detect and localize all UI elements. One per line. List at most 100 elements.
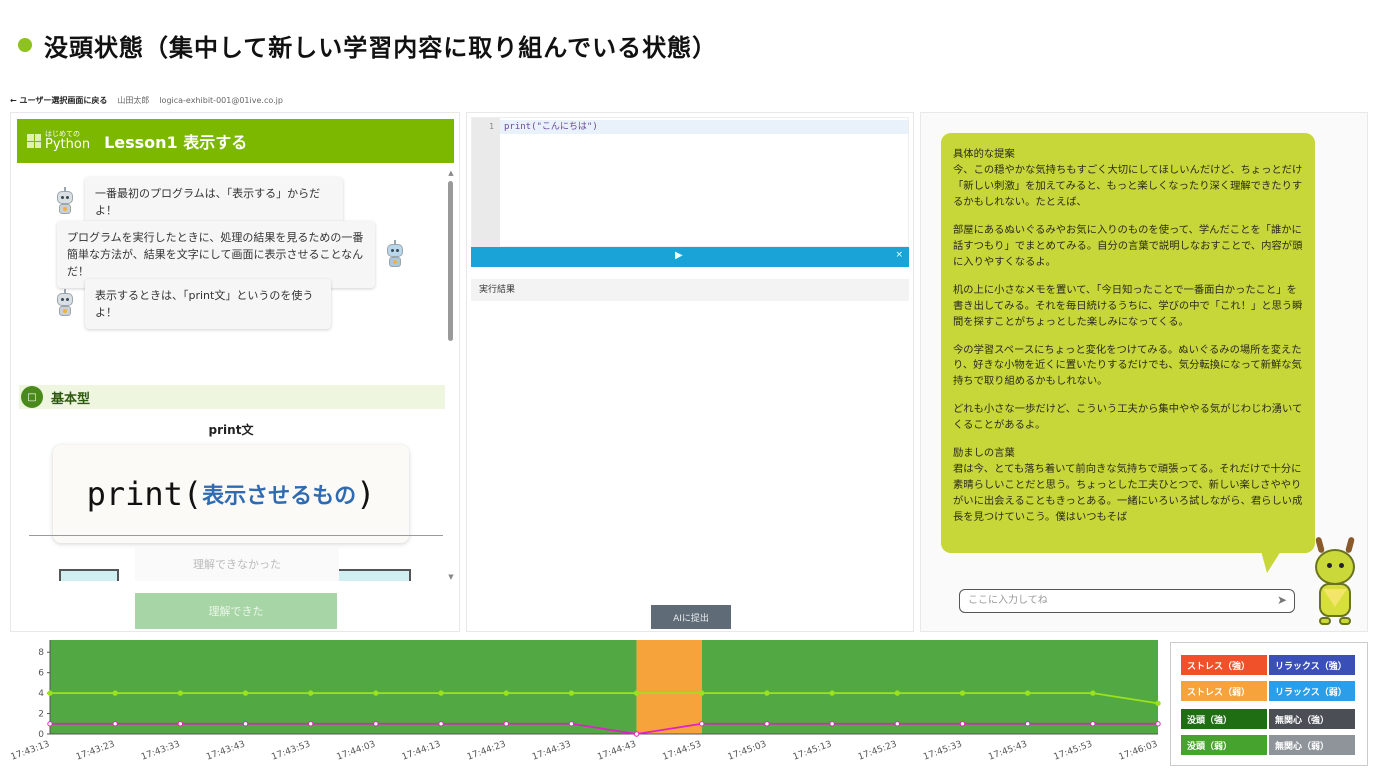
x-tick-label: 17:44:53 [661, 739, 702, 762]
lesson-content[interactable]: 一番最初のプログラムは、「表示する」からだよ！ プログラムを実行したときに、処理… [17, 169, 445, 581]
back-to-user-select-link[interactable]: ← ユーザー選択画面に戻る [10, 95, 107, 106]
y-tick-label: 2 [38, 710, 44, 720]
chat-message: 一番最初のプログラムは、「表示する」からだよ！ [55, 177, 343, 228]
series-point [1090, 721, 1096, 727]
lesson-panel: はじめての Python Lesson1 表示する 一番最初のプログラムは、「表… [10, 112, 460, 632]
x-tick-label: 17:46:03 [1118, 739, 1159, 762]
print-close: ) [356, 475, 376, 513]
run-bar: ▶ × [471, 247, 909, 267]
robot-avatar-icon [55, 187, 75, 215]
series-point [959, 690, 966, 696]
ai-paragraph: 部屋にあるぬいぐるみやお気に入りのものを使って、学んだことを「誰かに話すつもり」… [953, 223, 1303, 268]
series-point [242, 690, 249, 696]
x-tick-label: 17:43:13 [10, 739, 51, 762]
series-point [699, 721, 705, 727]
ai-paragraph: 今の学習スペースにちょっと変化をつけてみる。ぬいぐるみの場所を変えたり、好きな小… [953, 343, 1302, 388]
lesson-header: はじめての Python Lesson1 表示する [17, 119, 454, 163]
illustration-stub [331, 569, 411, 581]
python-logo: はじめての Python [27, 131, 90, 151]
ai-paragraph: どれも小さな一歩だけど、こういう工夫から集中ややる気がじわじわ湧いてくることがあ… [953, 403, 1303, 432]
chat-bubble: 一番最初のプログラムは、「表示する」からだよ！ [85, 177, 343, 228]
chat-input[interactable]: ここに入力してね [959, 589, 1295, 613]
play-icon[interactable]: ▶ [675, 250, 683, 261]
robot-avatar-icon [385, 239, 405, 268]
lesson-scrollbar[interactable]: ▲ ▼ [447, 169, 455, 581]
not-understood-button[interactable]: 理解できなかった [135, 547, 339, 581]
series-point [503, 721, 509, 727]
series-point [1024, 721, 1031, 727]
y-tick-label: 0 [38, 730, 44, 740]
chat-bubble: 表示するときは、「print文」というのを使うよ！ [85, 279, 331, 330]
title-bullet-icon [18, 38, 32, 52]
series-point [764, 721, 770, 727]
series-point [242, 721, 249, 727]
deer-mascot-icon [1305, 536, 1365, 629]
series-point [764, 690, 770, 696]
scroll-up-icon[interactable]: ▲ [447, 169, 455, 177]
series-point [1155, 721, 1161, 727]
series-point [894, 690, 900, 696]
slide-title-text: 没頭状態（集中して新しい学習内容に取り組んでいる状態） [44, 33, 718, 62]
series-point [503, 690, 509, 696]
state-legend: ストレス（強） リラックス（強） ストレス（弱） リラックス（弱） 没頭（強） … [1170, 642, 1368, 766]
series-point [1090, 690, 1096, 696]
code-line[interactable]: print("こんにちは") [500, 120, 908, 134]
series-point [959, 721, 966, 727]
code-editor[interactable]: 1 print("こんにちは") [471, 117, 909, 248]
x-tick-label: 17:44:03 [336, 739, 377, 762]
series-point [373, 721, 379, 727]
legend-relax-strong: リラックス（強） [1269, 655, 1355, 675]
ai-paragraph: 具体的な提案 今、この穏やかな気持ちもすごく大切にしてほしいんだけど、ちょっとだ… [953, 148, 1303, 208]
series-point [47, 721, 53, 727]
series-point [438, 721, 444, 727]
ai-message-bubble: 具体的な提案 今、この穏やかな気持ちもすごく大切にしてほしいんだけど、ちょっとだ… [941, 133, 1315, 553]
state-band [701, 640, 1158, 734]
series-point [633, 731, 640, 737]
legend-indifferent-weak: 無関心（弱） [1269, 735, 1355, 755]
legend-indifferent-strong: 無関心（強） [1269, 709, 1355, 729]
user-email: logica-exhibit-001@01ive.co.jp [159, 95, 283, 105]
logo-main-text: Python [45, 137, 91, 152]
print-syntax-card: print(表示させるもの) [53, 445, 409, 543]
y-tick-label: 4 [38, 689, 44, 699]
editor-panel: 1 print("こんにちは") ▶ × 実行結果 AIに提出 [466, 112, 914, 632]
bubble-tail [1261, 551, 1281, 573]
state-timeline-chart: 0 2 4 6 8 17:43:13 17:43:23 17:43:33 17:43:43 17… [10, 640, 1161, 763]
print-label: print文 [208, 423, 254, 437]
scroll-down-icon[interactable]: ▼ [447, 573, 455, 581]
state-band [50, 640, 637, 734]
section-icon: □ [21, 386, 43, 408]
section-heading: □ 基本型 [19, 385, 445, 409]
x-tick-label: 17:43:53 [270, 739, 311, 762]
series-point [1155, 700, 1161, 707]
series-point [177, 690, 184, 696]
series-point [633, 690, 640, 696]
illustration-stub [59, 569, 119, 581]
section-title: 基本型 [51, 391, 91, 407]
x-tick-label: 17:43:23 [75, 739, 116, 762]
ai-feedback-panel: 具体的な提案 今、この穏やかな気持ちもすごく大切にしてほしいんだけど、ちょっとだ… [920, 112, 1368, 632]
chat-message: 表示するときは、「print文」というのを使うよ！ [55, 279, 331, 330]
x-tick-label: 17:45:43 [987, 739, 1028, 762]
scroll-thumb[interactable] [448, 181, 453, 341]
legend-stress-weak: ストレス（弱） [1181, 681, 1267, 701]
series-point [568, 690, 575, 696]
series-point [894, 721, 900, 727]
x-tick-label: 17:44:43 [596, 739, 637, 762]
close-icon[interactable]: × [895, 250, 903, 260]
submit-to-ai-button[interactable]: AIに提出 [651, 605, 731, 629]
series-point [112, 721, 118, 727]
series-point [47, 690, 53, 696]
series-point [829, 690, 835, 696]
series-point [829, 721, 835, 727]
understood-button[interactable]: 理解できた [135, 593, 337, 629]
send-icon[interactable]: ➤ [1277, 593, 1287, 607]
print-func: print( [86, 475, 203, 513]
x-tick-label: 17:43:43 [205, 739, 246, 762]
lesson-title: Lesson1 表示する [104, 133, 248, 152]
slide-title: 没頭状態（集中して新しい学習内容に取り組んでいる状態） [18, 28, 717, 62]
x-tick-label: 17:43:33 [140, 739, 181, 762]
x-tick-label: 17:44:13 [401, 739, 442, 762]
series-point [112, 690, 118, 696]
series-point [699, 690, 705, 696]
